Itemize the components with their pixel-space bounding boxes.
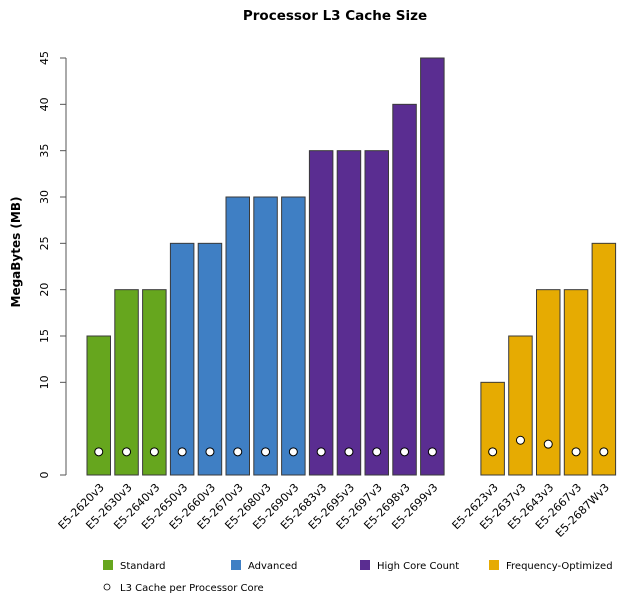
cache-per-core-point bbox=[543, 439, 553, 449]
bar bbox=[420, 57, 445, 476]
y-tick-label: 30 bbox=[38, 190, 51, 204]
cache-per-core-point bbox=[177, 447, 187, 457]
bar bbox=[169, 242, 195, 476]
y-axis-label: MegaBytes (MB) bbox=[9, 197, 23, 308]
y-axis: 0 10 15 20 25 30 35 40 45 bbox=[38, 51, 67, 479]
cache-per-core-point bbox=[571, 447, 581, 457]
legend: Standard Advanced High Core Count Frequency… bbox=[103, 560, 613, 594]
y-tick-label: 40 bbox=[38, 97, 51, 111]
chart-title: Processor L3 Cache Size bbox=[243, 8, 427, 24]
bar bbox=[508, 335, 533, 476]
cache-per-core-point bbox=[149, 447, 159, 457]
legend-swatch bbox=[103, 560, 113, 570]
cache-per-core-point bbox=[205, 447, 215, 457]
y-tick-label: 10 bbox=[38, 375, 51, 389]
bar bbox=[281, 196, 306, 476]
legend-label: Advanced bbox=[248, 561, 297, 572]
cache-per-core-point bbox=[400, 447, 410, 457]
y-tick-label: 45 bbox=[38, 51, 51, 65]
cache-per-core-point bbox=[233, 447, 243, 457]
bar bbox=[253, 196, 278, 476]
cache-per-core-point bbox=[94, 447, 104, 457]
bar bbox=[142, 289, 167, 476]
bars bbox=[86, 57, 617, 476]
y-tick-label: 15 bbox=[38, 329, 51, 343]
y-tick-label: 25 bbox=[38, 236, 51, 250]
y-tick-label: 0 bbox=[38, 472, 51, 479]
cache-per-core-point bbox=[316, 447, 326, 457]
y-tick-label: 35 bbox=[38, 144, 51, 158]
bar bbox=[480, 381, 505, 476]
cache-per-core-point bbox=[372, 447, 382, 457]
legend-swatch bbox=[231, 560, 241, 570]
cache-per-core-point bbox=[488, 447, 498, 457]
cache-per-core-point bbox=[427, 447, 437, 457]
bar bbox=[591, 242, 617, 476]
bar bbox=[336, 150, 362, 476]
x-tick-labels: E5-2620v3E5-2630v3E5-2640v3E5-2650v3E5-2… bbox=[56, 481, 612, 540]
bar bbox=[197, 242, 223, 476]
y-tick-label: 20 bbox=[38, 283, 51, 297]
legend-label: Standard bbox=[120, 561, 166, 572]
bar bbox=[308, 150, 334, 476]
legend-marker bbox=[103, 583, 111, 591]
bar-chart: Processor L3 Cache Size MegaBytes (MB) 0… bbox=[9, 8, 617, 594]
bar bbox=[563, 289, 589, 476]
legend-label: L3 Cache per Processor Core bbox=[120, 583, 264, 594]
cache-per-core-point bbox=[288, 447, 298, 457]
bar bbox=[114, 289, 139, 476]
legend-swatch bbox=[489, 560, 499, 570]
cache-per-core-point bbox=[122, 447, 132, 457]
legend-swatch bbox=[360, 560, 370, 570]
bar bbox=[225, 196, 250, 476]
cache-per-core-point bbox=[515, 435, 525, 445]
bar bbox=[364, 150, 389, 476]
legend-label: High Core Count bbox=[377, 561, 459, 572]
legend-label: Frequency-Optimized bbox=[506, 561, 613, 572]
cache-per-core-point bbox=[261, 447, 271, 457]
bar bbox=[392, 103, 417, 476]
cache-per-core-point bbox=[344, 447, 354, 457]
cache-per-core-point bbox=[599, 447, 609, 457]
